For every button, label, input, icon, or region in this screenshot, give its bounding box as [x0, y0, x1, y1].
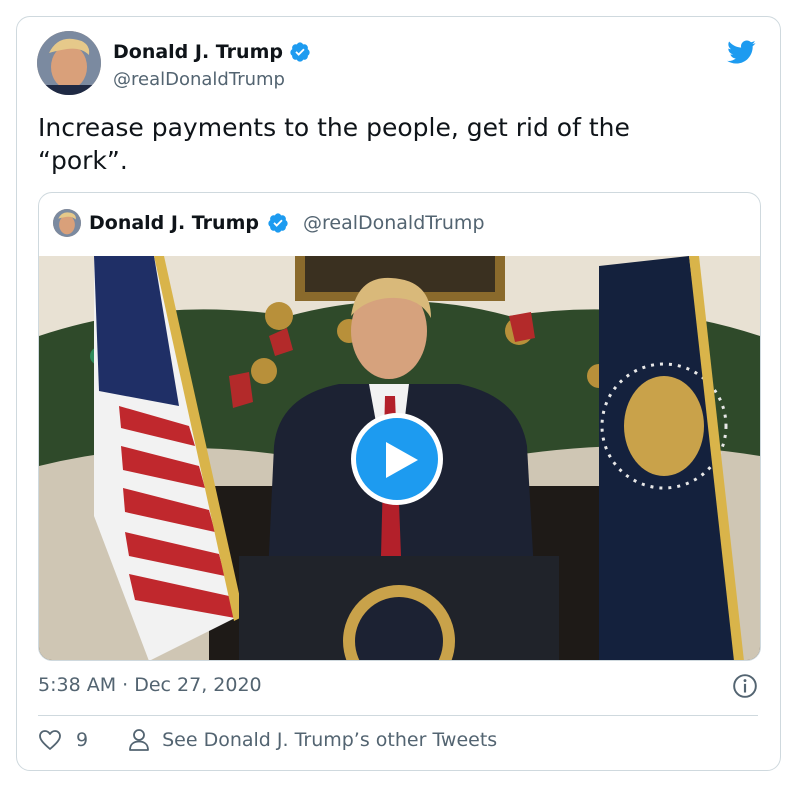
author-handle[interactable]: @realDonaldTrump	[113, 69, 285, 90]
quoted-author-handle: @realDonaldTrump	[302, 212, 485, 234]
action-bar: 9 See Donald J. Trump’s other Tweets	[38, 728, 497, 752]
quoted-author-avatar	[53, 209, 81, 237]
info-icon[interactable]	[732, 673, 758, 699]
person-icon	[129, 729, 149, 751]
quoted-tweet[interactable]: Donald J. Trump @realDonaldTrump	[38, 192, 761, 661]
see-other-tweets-label[interactable]: See Donald J. Trump’s other Tweets	[162, 729, 497, 751]
tweet-text: Increase payments to the people, get rid…	[38, 113, 630, 175]
tweet-timestamp[interactable]: 5:38 AM · Dec 27, 2020	[38, 674, 262, 696]
quoted-author-name: Donald J. Trump	[89, 212, 259, 234]
like-button[interactable]: 9	[38, 729, 88, 751]
video-player[interactable]	[39, 256, 760, 660]
see-other-tweets-link[interactable]: See Donald J. Trump’s other Tweets	[128, 728, 497, 752]
play-icon	[386, 442, 418, 478]
twitter-bird-icon[interactable]	[724, 37, 758, 67]
verified-badge-icon	[290, 42, 310, 62]
like-count: 9	[76, 729, 89, 751]
author-avatar[interactable]	[37, 31, 101, 95]
quoted-tweet-header[interactable]: Donald J. Trump @realDonaldTrump	[53, 209, 485, 237]
tweet-card: Donald J. Trump @realDonaldTrump Increas…	[16, 16, 781, 771]
heart-icon	[39, 730, 61, 750]
author-name[interactable]: Donald J. Trump	[113, 41, 283, 63]
play-button[interactable]	[351, 413, 443, 505]
verified-badge-icon	[268, 213, 288, 233]
author-name-row[interactable]: Donald J. Trump	[113, 41, 311, 63]
divider	[38, 715, 758, 716]
